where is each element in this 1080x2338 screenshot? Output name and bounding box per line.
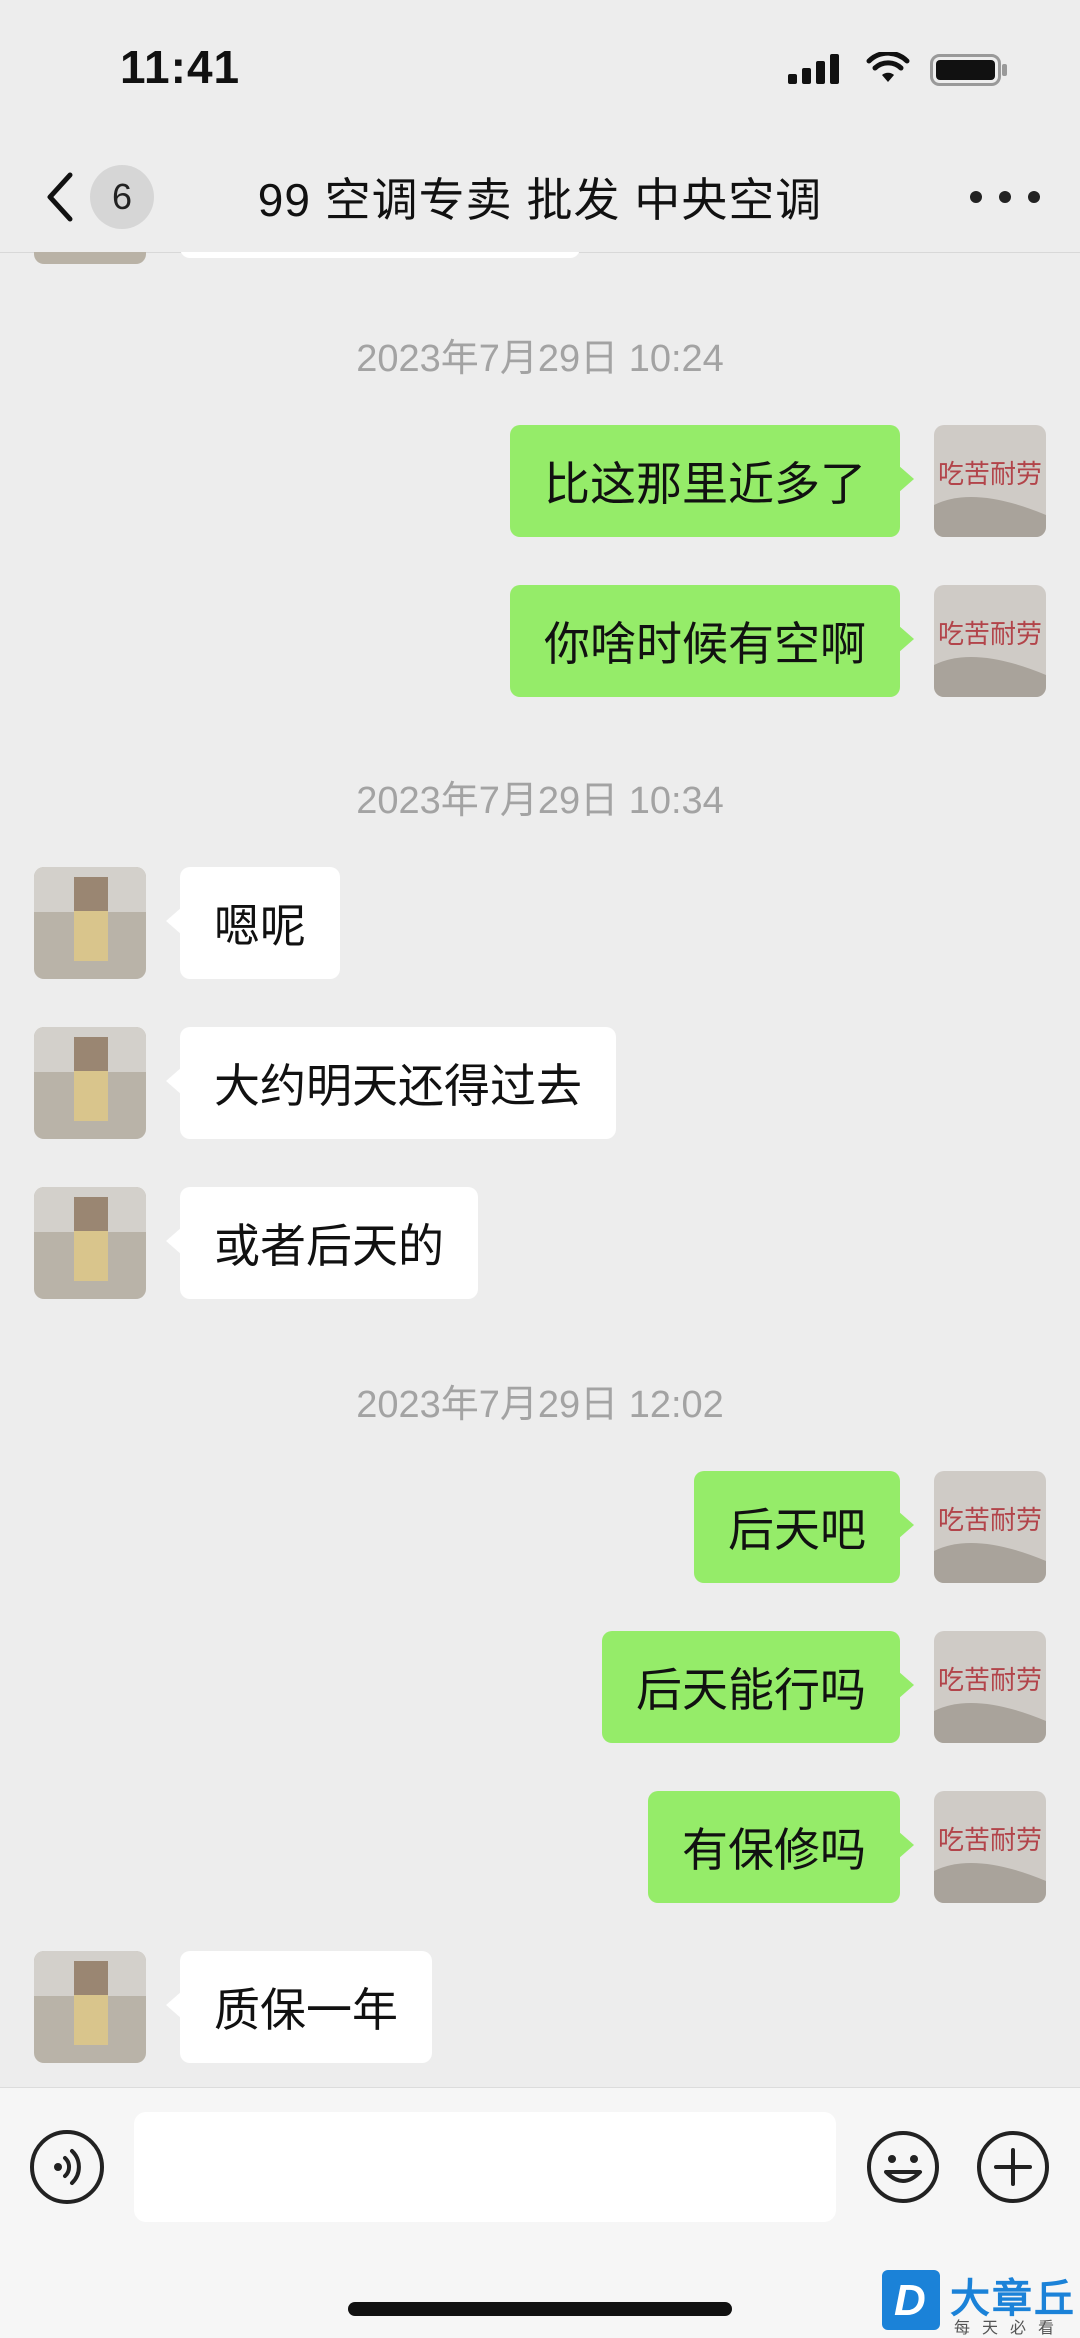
message-bubble-self[interactable]: 比这那里近多了 [510, 425, 914, 537]
more-dot-icon [999, 191, 1011, 203]
self-avatar[interactable]: 吃苦耐劳 [934, 1471, 1046, 1583]
svg-text:吃苦耐劳: 吃苦耐劳 [938, 460, 1042, 490]
svg-text:吃苦耐劳: 吃苦耐劳 [938, 1666, 1042, 1696]
message-bubble-self[interactable]: 你啥时候有空啊 [510, 585, 914, 697]
message-row-self: 有保修吗 吃苦耐劳 [0, 1791, 1080, 1903]
more-options-button[interactable] [970, 182, 1040, 212]
message-bubble-self[interactable]: 后天吧 [694, 1471, 914, 1583]
contact-avatar[interactable] [34, 1951, 146, 2063]
chat-message-list[interactable]: 2023年7月29日 10:24 比这那里近多了 吃苦耐劳 你啥时候有空啊 吃苦… [0, 252, 1080, 2087]
message-bubble-other[interactable]: 质保一年 [166, 1951, 432, 2063]
timestamp: 2023年7月29日 10:24 [356, 338, 724, 380]
message-bubble-self[interactable]: 有保修吗 [648, 1791, 914, 1903]
message-row-other: 大约明天还得过去 [0, 1027, 1080, 1139]
watermark-d-icon: D [882, 2270, 940, 2330]
message-bubble [180, 252, 580, 258]
message-row-other: 嗯呢 [0, 867, 1080, 979]
contact-avatar[interactable] [34, 1027, 146, 1139]
message-bubble-other[interactable]: 大约明天还得过去 [166, 1027, 616, 1139]
status-bar: 11:41 [0, 0, 1080, 140]
previous-message-fragment [0, 252, 1080, 264]
message-row-self: 后天能行吗 吃苦耐劳 [0, 1631, 1080, 1743]
svg-text:吃苦耐劳: 吃苦耐劳 [938, 620, 1042, 650]
plus-icon[interactable] [976, 2130, 1050, 2204]
message-bubble-self[interactable]: 后天能行吗 [602, 1631, 914, 1743]
timestamp: 2023年7月29日 10:34 [356, 780, 724, 822]
watermark-subtext: 每天必看 [954, 2320, 1067, 2337]
cellular-signal-icon [788, 54, 839, 84]
message-text-field[interactable] [134, 2112, 836, 2222]
wifi-icon [866, 52, 910, 82]
message-bubble-other[interactable]: 嗯呢 [166, 867, 340, 979]
emoji-icon[interactable] [866, 2130, 940, 2204]
svg-text:吃苦耐劳: 吃苦耐劳 [938, 1826, 1042, 1856]
self-avatar[interactable]: 吃苦耐劳 [934, 1791, 1046, 1903]
voice-icon [54, 2149, 81, 2185]
chat-header: 6 99 空调专卖 批发 中央空调 [0, 140, 1080, 253]
svg-text:吃苦耐劳: 吃苦耐劳 [938, 1506, 1042, 1536]
contact-avatar[interactable] [34, 1187, 146, 1299]
message-row-self: 后天吧 吃苦耐劳 [0, 1471, 1080, 1583]
message-row-self: 比这那里近多了 吃苦耐劳 [0, 425, 1080, 537]
avatar [34, 252, 146, 264]
message-row-other: 质保一年 [0, 1951, 1080, 2063]
more-dot-icon [970, 191, 982, 203]
contact-avatar[interactable] [34, 867, 146, 979]
message-row-other: 或者后天的 [0, 1187, 1080, 1299]
home-indicator[interactable] [348, 2302, 732, 2316]
timestamp: 2023年7月29日 12:02 [356, 1384, 724, 1426]
chat-title: 99 空调专卖 批发 中央空调 [257, 174, 823, 226]
self-avatar[interactable]: 吃苦耐劳 [934, 425, 1046, 537]
voice-input-button[interactable] [30, 2130, 104, 2204]
battery-icon [930, 54, 1007, 86]
message-row-self: 你啥时候有空啊 吃苦耐劳 [0, 585, 1080, 697]
self-avatar[interactable]: 吃苦耐劳 [934, 585, 1046, 697]
self-avatar[interactable]: 吃苦耐劳 [934, 1631, 1046, 1743]
more-dot-icon [1028, 191, 1040, 203]
site-watermark-logo: D 大章丘 每天必看 [878, 2266, 1080, 2337]
status-time: 11:41 [120, 41, 241, 93]
message-bubble-other[interactable]: 或者后天的 [166, 1187, 478, 1299]
